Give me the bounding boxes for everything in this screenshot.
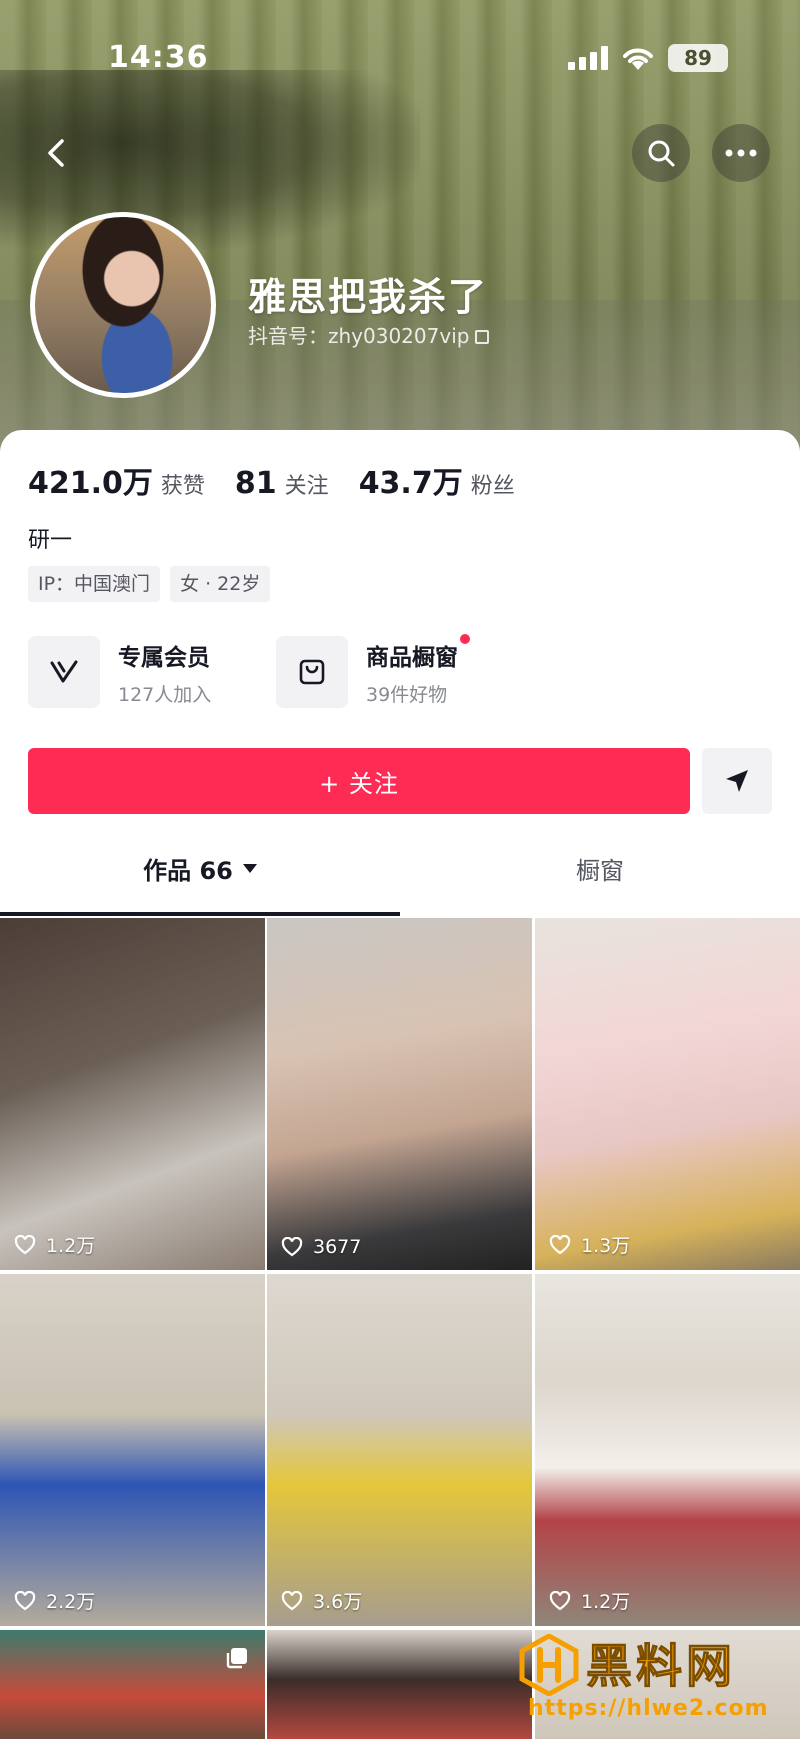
watermark-url: https://hlwe2.com [528,1696,769,1721]
exclusive-membership-entry[interactable]: 专属会员 127人加入 [28,636,211,708]
follow-button[interactable]: + 关注 [28,748,690,814]
stat-number: 81 [234,466,277,501]
notification-dot [460,633,470,644]
gender-age-tag: 女 · 22岁 [170,566,271,602]
stat-label: 获赞 [160,474,205,499]
caret-down-icon [242,863,257,873]
ip-location-tag: IP：中国澳门 [28,566,161,602]
feature-text: 专属会员 127人加入 [118,638,211,707]
like-count: 1.3万 [549,1231,630,1258]
avatar[interactable] [30,212,216,398]
profile-bio: 研一 [28,528,73,553]
heart-icon [14,1234,36,1254]
feature-title-text: 商品橱窗 [366,644,458,671]
feature-title: 商品橱窗 [366,633,470,672]
heart-icon [281,1237,303,1257]
copy-icon[interactable] [475,330,490,344]
like-count: 3677 [281,1236,361,1258]
heart-icon [14,1590,36,1610]
like-count-text: 3677 [313,1236,362,1258]
content-tabs: 作品 66 橱窗 [0,840,800,896]
multi-image-icon [226,1648,247,1669]
like-count: 3.6万 [281,1587,362,1614]
like-count-text: 3.6万 [313,1591,363,1613]
douyin-id-text: 抖音号：zhy030207vip [248,324,470,348]
video-thumbnail[interactable]: 3677 [267,918,532,1270]
like-count-text: 2.2万 [46,1591,96,1613]
heart-icon [549,1590,571,1610]
stat-followers[interactable]: 43.7万 粉丝 [359,458,515,502]
profile-tags: IP：中国澳门 女 · 22岁 [28,566,280,602]
tab-showcase[interactable]: 橱窗 [400,840,800,896]
video-thumbnail[interactable]: 2.2万 [0,1274,265,1626]
feature-text: 商品橱窗 39件好物 [366,633,470,707]
douyin-id[interactable]: 抖音号：zhy030207vip [248,320,490,349]
like-count: 2.2万 [14,1587,95,1614]
video-thumbnail[interactable]: 1.2万 [535,1274,800,1626]
status-time: 14:36 [108,40,209,75]
stat-following[interactable]: 81 关注 [235,466,329,501]
status-bar: 14:36 89 [0,30,800,86]
stat-number: 43.7万 [358,466,463,501]
share-button[interactable] [702,748,772,814]
like-count: 1.2万 [14,1231,95,1258]
send-arrow-icon [726,770,748,792]
stat-number: 421.0万 [28,466,153,501]
video-thumbnail[interactable] [267,1630,532,1739]
stat-label: 粉丝 [470,474,515,499]
video-thumbnail[interactable] [0,1630,265,1739]
battery-indicator: 89 [668,44,728,72]
like-count-text: 1.2万 [46,1235,96,1257]
stat-label: 关注 [284,474,329,499]
profile-nickname: 雅思把我杀了 [248,275,489,319]
heart-icon [281,1590,303,1610]
more-dots-icon [725,149,757,157]
like-count-text: 1.3万 [581,1235,631,1257]
like-count-text: 1.2万 [581,1591,631,1613]
profile-stats: 421.0万 获赞 81 关注 43.7万 粉丝 [28,458,545,502]
tab-label: 橱窗 [576,856,624,885]
watermark-title: 黑料网 [586,1639,736,1694]
wifi-icon [623,48,653,70]
feature-title: 专属会员 [118,644,210,671]
video-thumbnail[interactable]: 1.3万 [535,918,800,1270]
signal-icon [568,46,608,70]
active-tab-indicator [0,912,400,916]
feature-subtitle: 127人加入 [118,683,212,706]
v-membership-icon [28,636,100,708]
watermark-logo-icon [519,1634,579,1696]
video-thumbnail[interactable]: 3.6万 [267,1274,532,1626]
shopping-bag-icon [276,636,348,708]
feature-subtitle: 39件好物 [366,683,448,706]
search-icon [648,140,675,167]
like-count: 1.2万 [549,1587,630,1614]
video-thumbnail[interactable]: 1.2万 [0,918,265,1270]
heart-icon [549,1234,571,1254]
tab-works[interactable]: 作品 66 [0,840,400,896]
search-button[interactable] [632,124,690,182]
more-options-button[interactable] [712,124,770,182]
stat-likes: 421.0万 获赞 [28,458,205,502]
product-showcase-entry[interactable]: 商品橱窗 39件好物 [276,633,470,708]
site-watermark: 黑料网 https://hlwe2.com [518,1630,788,1730]
chevron-left-icon [48,139,64,167]
tab-label: 作品 66 [143,856,233,885]
back-button[interactable] [28,124,86,182]
